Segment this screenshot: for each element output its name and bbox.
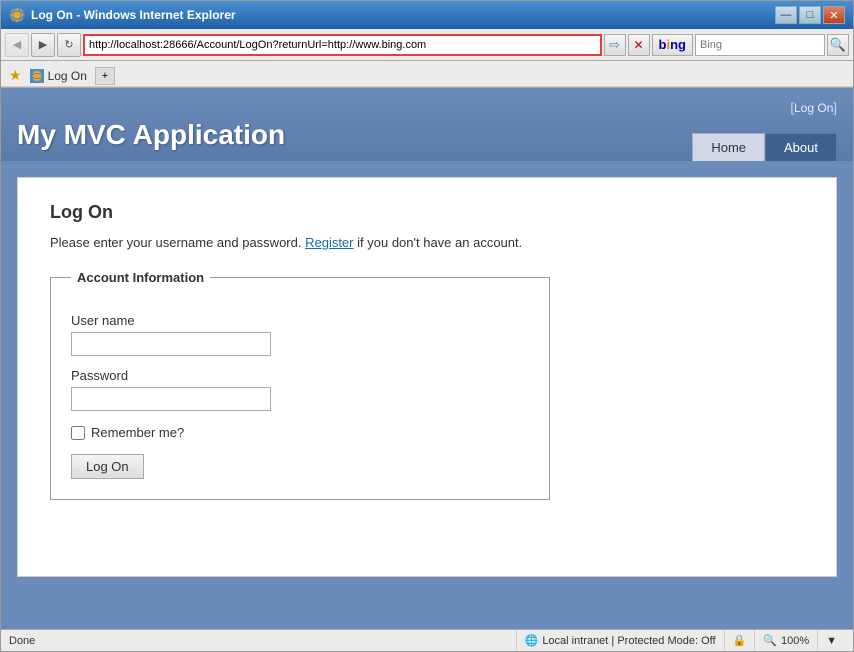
status-bar: Done 🌐 Local intranet | Protected Mode: … <box>1 629 853 651</box>
browser-window: Log On - Windows Internet Explorer — □ ✕… <box>0 0 854 652</box>
security-section[interactable]: 🔒 <box>724 630 755 651</box>
intro-text: Please enter your username and password.… <box>50 235 804 250</box>
zone-text: Local intranet | Protected Mode: Off <box>542 635 715 647</box>
bracket-close: ] <box>833 100 837 115</box>
logon-button[interactable]: Log On <box>71 454 144 479</box>
search-input[interactable] <box>695 34 825 56</box>
app-wrapper: [ Log On ] My MVC Application Home About… <box>1 88 853 629</box>
go-button[interactable]: ⇨ <box>604 34 626 56</box>
page-content: Log On Please enter your username and pa… <box>1 161 853 629</box>
address-bar: ⇨ ✕ <box>83 34 650 56</box>
browser-content: [ Log On ] My MVC Application Home About… <box>1 88 853 629</box>
remember-me-checkbox[interactable] <box>71 426 85 440</box>
zoom-dropdown[interactable]: ▼ <box>817 630 845 651</box>
title-bar-left: Log On - Windows Internet Explorer <box>9 7 236 23</box>
zoom-section[interactable]: 🔍 100% <box>754 630 817 651</box>
app-header: [ Log On ] My MVC Application Home About <box>1 88 853 161</box>
window-controls: — □ ✕ <box>775 6 845 24</box>
password-label: Password <box>71 368 529 383</box>
close-button[interactable]: ✕ <box>823 6 845 24</box>
username-label: User name <box>71 313 529 328</box>
new-tab-button[interactable]: + <box>95 67 115 85</box>
page-title: Log On <box>50 202 804 223</box>
app-title-row: My MVC Application Home About <box>17 119 837 161</box>
register-link[interactable]: Register <box>305 235 353 250</box>
title-bar: Log On - Windows Internet Explorer — □ ✕ <box>1 1 853 29</box>
ie-logo-icon <box>9 7 25 23</box>
refresh-button[interactable]: ↻ <box>57 33 81 57</box>
zoom-level: 100% <box>781 635 809 647</box>
remember-me-label: Remember me? <box>91 425 184 440</box>
address-input[interactable] <box>83 34 602 56</box>
zoom-icon: 🔍 <box>763 634 777 647</box>
minimize-button[interactable]: — <box>775 6 797 24</box>
lock-icon: 🔒 <box>733 634 747 647</box>
nav-tab-about[interactable]: About <box>765 133 837 161</box>
status-text: Done <box>9 635 516 647</box>
nav-tab-home[interactable]: Home <box>692 133 765 161</box>
app-title: My MVC Application <box>17 119 285 161</box>
bing-logo: bing <box>652 34 693 56</box>
window-title: Log On - Windows Internet Explorer <box>31 8 236 22</box>
nav-tabs: Home About <box>692 133 837 161</box>
globe-icon: 🌐 <box>525 634 539 647</box>
search-bar: bing 🔍 <box>652 34 849 56</box>
header-top: [ Log On ] <box>17 96 837 119</box>
search-button[interactable]: 🔍 <box>827 34 849 56</box>
username-input[interactable] <box>71 332 271 356</box>
content-box: Log On Please enter your username and pa… <box>17 177 837 577</box>
fieldset-legend: Account Information <box>71 270 210 285</box>
remember-me-row: Remember me? <box>71 425 529 440</box>
fav-tab-label: Log On <box>48 69 87 83</box>
password-input[interactable] <box>71 387 271 411</box>
fav-ie-icon <box>30 69 44 83</box>
back-button[interactable]: ◀ <box>5 33 29 57</box>
favorites-star-icon[interactable]: ★ <box>9 67 22 84</box>
maximize-button[interactable]: □ <box>799 6 821 24</box>
favorites-item[interactable]: Log On <box>30 69 87 83</box>
header-logon-link[interactable]: Log On <box>794 101 833 115</box>
forward-button[interactable]: ▶ <box>31 33 55 57</box>
intro-text-after: if you don't have an account. <box>357 235 522 250</box>
navigation-bar: ◀ ▶ ↻ ⇨ ✕ bing 🔍 <box>1 29 853 61</box>
account-fieldset: Account Information User name Password R… <box>50 270 550 500</box>
stop-button[interactable]: ✕ <box>628 34 650 56</box>
zone-section: 🌐 Local intranet | Protected Mode: Off <box>516 630 724 651</box>
intro-text-before: Please enter your username and password. <box>50 235 305 250</box>
